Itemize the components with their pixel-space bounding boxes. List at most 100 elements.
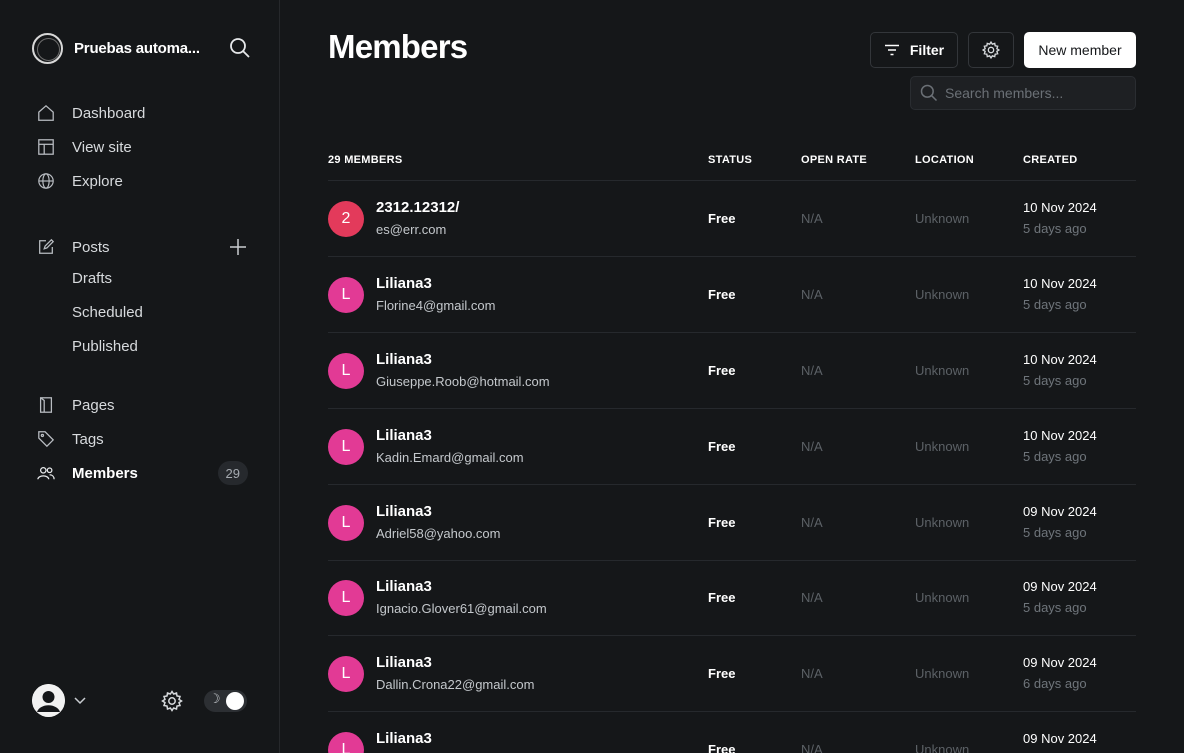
search-icon bbox=[920, 84, 938, 102]
member-status: Free bbox=[708, 363, 736, 378]
sidebar-item-view-site[interactable]: View site bbox=[36, 133, 250, 161]
table-row[interactable]: L Liliana3 Ignacio.Glover61@gmail.com Free N… bbox=[328, 560, 1136, 636]
member-created-relative: 5 days ago bbox=[1023, 221, 1087, 236]
sidebar-item-label: Members bbox=[72, 464, 138, 482]
sidebar-item-tags[interactable]: Tags bbox=[36, 425, 250, 453]
toggle-knob bbox=[226, 692, 244, 710]
member-location: Unknown bbox=[915, 742, 970, 753]
member-location: Unknown bbox=[915, 515, 970, 530]
sidebar-item-members[interactable]: Members 29 bbox=[36, 459, 250, 487]
filter-label: Filter bbox=[909, 42, 945, 58]
avatar[interactable] bbox=[32, 684, 65, 717]
member-email: Giuseppe.Roob@hotmail.com bbox=[376, 374, 550, 389]
member-created-relative: 5 days ago bbox=[1023, 297, 1087, 312]
avatar: 2 bbox=[328, 201, 364, 237]
member-status: Free bbox=[708, 515, 736, 530]
member-status: Free bbox=[708, 742, 736, 753]
table-row[interactable]: L Liliana3 Giuseppe.Roob@hotmail.com Free N/… bbox=[328, 333, 1136, 409]
filter-button[interactable]: Filter bbox=[870, 32, 958, 68]
theme-toggle[interactable]: ☽ bbox=[204, 690, 247, 712]
chevron-down-icon[interactable] bbox=[73, 693, 87, 707]
member-open-rate: N/A bbox=[801, 211, 823, 226]
member-created-date: 10 Nov 2024 bbox=[1023, 200, 1097, 215]
sidebar-item-drafts[interactable]: Drafts bbox=[72, 270, 112, 292]
member-created-date: 09 Nov 2024 bbox=[1023, 579, 1097, 594]
column-header-status[interactable]: STATUS bbox=[708, 154, 752, 166]
member-location: Unknown bbox=[915, 363, 970, 378]
column-header-open-rate[interactable]: OPEN RATE bbox=[801, 154, 867, 166]
sidebar: Pruebas automa... Dashboard View site Ex… bbox=[0, 0, 280, 753]
table-row[interactable]: L Liliana3 Florine4@gmail.com Free N/A Unknow… bbox=[328, 257, 1136, 333]
member-email: Dallin.Crona22@gmail.com bbox=[376, 677, 535, 692]
table-row[interactable]: 2 2312.12312/es@err.com Free N/A Unknown 10 N… bbox=[328, 181, 1136, 257]
member-location: Unknown bbox=[915, 211, 970, 226]
member-email: Kadin.Emard@gmail.com bbox=[376, 450, 524, 465]
home-icon bbox=[36, 103, 56, 123]
sidebar-item-dashboard[interactable]: Dashboard bbox=[36, 99, 250, 127]
gear-icon[interactable] bbox=[160, 689, 184, 713]
member-open-rate: N/A bbox=[801, 287, 823, 302]
sidebar-item-label: Tags bbox=[72, 430, 104, 448]
avatar: L bbox=[328, 505, 364, 541]
member-created-date: 10 Nov 2024 bbox=[1023, 352, 1097, 367]
search-icon[interactable] bbox=[228, 36, 252, 60]
sidebar-item-explore[interactable]: Explore bbox=[36, 167, 250, 195]
avatar: L bbox=[328, 656, 364, 692]
column-header-members[interactable]: 29 MEMBERS bbox=[328, 154, 403, 166]
member-status: Free bbox=[708, 287, 736, 302]
filter-icon bbox=[884, 44, 899, 56]
member-open-rate: N/A bbox=[801, 515, 823, 530]
member-open-rate: N/A bbox=[801, 590, 823, 605]
member-location: Unknown bbox=[915, 590, 970, 605]
member-name: Liliana3 bbox=[376, 654, 432, 671]
member-open-rate: N/A bbox=[801, 363, 823, 378]
member-settings-button[interactable] bbox=[968, 32, 1014, 68]
site-logo-icon bbox=[32, 32, 63, 64]
site-brand[interactable]: Pruebas automa... bbox=[32, 32, 252, 64]
sidebar-item-label: Explore bbox=[72, 172, 123, 190]
globe-icon bbox=[36, 171, 56, 191]
member-location: Unknown bbox=[915, 666, 970, 681]
member-name: Liliana3 bbox=[376, 730, 432, 747]
layout-icon bbox=[36, 137, 56, 157]
sidebar-item-posts[interactable]: Posts bbox=[36, 233, 250, 261]
member-open-rate: N/A bbox=[801, 666, 823, 681]
tag-icon bbox=[36, 429, 56, 449]
member-name: Liliana3 bbox=[376, 275, 432, 292]
member-created-date: 09 Nov 2024 bbox=[1023, 655, 1097, 670]
site-name: Pruebas automa... bbox=[74, 39, 200, 57]
search-members-field[interactable] bbox=[910, 76, 1136, 110]
table-row[interactable]: L Liliana3 Free N/A Unknown 09 Nov 2024 bbox=[328, 712, 1136, 753]
member-created-date: 09 Nov 2024 bbox=[1023, 731, 1097, 746]
member-created-date: 10 Nov 2024 bbox=[1023, 428, 1097, 443]
avatar: L bbox=[328, 353, 364, 389]
column-header-location[interactable]: LOCATION bbox=[915, 154, 974, 166]
table-row[interactable]: L Liliana3 Adriel58@yahoo.com Free N/A Unknow… bbox=[328, 485, 1136, 561]
member-status: Free bbox=[708, 439, 736, 454]
column-header-created[interactable]: CREATED bbox=[1023, 154, 1077, 166]
table-row[interactable]: L Liliana3 Dallin.Crona22@gmail.com Free N/A… bbox=[328, 636, 1136, 712]
member-email: Florine4@gmail.com bbox=[376, 298, 496, 313]
sidebar-item-label: Posts bbox=[72, 238, 110, 256]
avatar: L bbox=[328, 429, 364, 465]
member-created-relative: 5 days ago bbox=[1023, 449, 1087, 464]
add-post-icon[interactable] bbox=[228, 237, 248, 257]
member-name: Liliana3 bbox=[376, 578, 432, 595]
member-created-relative: 5 days ago bbox=[1023, 373, 1087, 388]
page-icon bbox=[36, 395, 56, 415]
member-name: Liliana3 bbox=[376, 503, 432, 520]
sidebar-item-published[interactable]: Published bbox=[72, 338, 138, 360]
new-member-button[interactable]: New member bbox=[1024, 32, 1136, 68]
sidebar-item-pages[interactable]: Pages bbox=[36, 391, 250, 419]
member-email: Adriel58@yahoo.com bbox=[376, 526, 501, 541]
page-title: Members bbox=[328, 28, 468, 65]
table-row[interactable]: L Liliana3 Kadin.Emard@gmail.com Free N/A Unk… bbox=[328, 409, 1136, 485]
member-name: Liliana3 bbox=[376, 427, 432, 444]
member-location: Unknown bbox=[915, 287, 970, 302]
member-name: 2312.12312/ bbox=[376, 199, 460, 216]
member-created-relative: 6 days ago bbox=[1023, 676, 1087, 691]
member-status: Free bbox=[708, 590, 736, 605]
sidebar-item-scheduled[interactable]: Scheduled bbox=[72, 304, 143, 326]
search-input[interactable] bbox=[945, 85, 1125, 101]
sidebar-item-label: View site bbox=[72, 138, 132, 156]
